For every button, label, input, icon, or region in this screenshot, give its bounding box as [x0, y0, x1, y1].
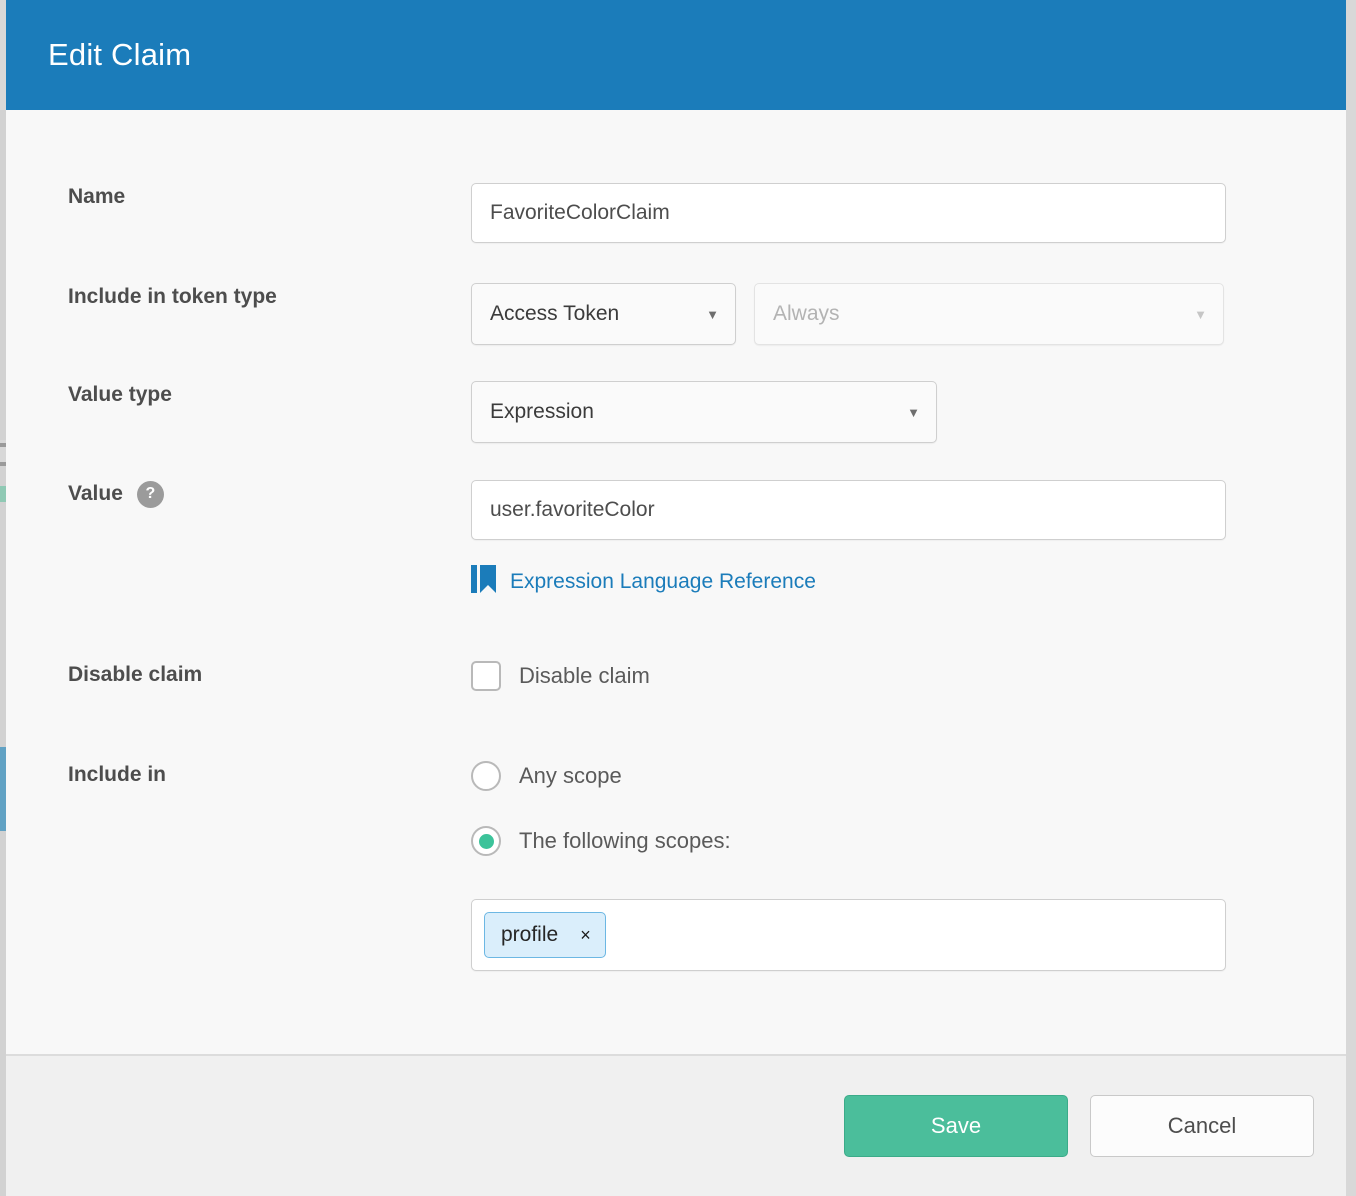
- radio-following-scopes-label[interactable]: The following scopes:: [519, 828, 731, 854]
- disable-claim-label-text: Disable claim: [68, 661, 202, 689]
- disable-claim-checkbox-label[interactable]: Disable claim: [519, 663, 650, 689]
- name-control: [471, 183, 1346, 243]
- value-type-select-value: Expression: [490, 400, 594, 424]
- form-row-value-type: Value type Expression ▼: [6, 381, 1346, 443]
- chevron-down-icon: ▼: [706, 308, 719, 321]
- save-button[interactable]: Save: [844, 1095, 1068, 1157]
- radio-line-any-scope: Any scope: [471, 761, 1346, 791]
- disable-claim-control: Disable claim: [471, 661, 1346, 691]
- dialog-body: Name Include in token type Access Token …: [6, 110, 1346, 1056]
- scopes-token-field[interactable]: profile ×: [471, 899, 1226, 971]
- value-input[interactable]: [471, 480, 1226, 540]
- value-type-label-text: Value type: [68, 381, 172, 409]
- value-type-control: Expression ▼: [471, 381, 1346, 443]
- dialog-header: Edit Claim: [6, 0, 1346, 110]
- dialog-title: Edit Claim: [48, 37, 191, 73]
- scope-chip-label: profile: [501, 923, 558, 947]
- disable-claim-checkbox[interactable]: [471, 661, 501, 691]
- value-type-select[interactable]: Expression ▼: [471, 381, 937, 443]
- form-row-disable-claim: Disable claim Disable claim: [6, 661, 1346, 691]
- chevron-down-icon: ▼: [1194, 308, 1207, 321]
- form-row-include-in: Include in Any scope The following scope…: [6, 761, 1346, 971]
- include-in-label: Include in: [6, 761, 471, 789]
- radio-following-scopes[interactable]: [471, 826, 501, 856]
- cancel-button[interactable]: Cancel: [1090, 1095, 1314, 1157]
- radio-any-scope[interactable]: [471, 761, 501, 791]
- value-control: Expression Language Reference: [471, 480, 1346, 600]
- value-label: Value ?: [6, 480, 471, 508]
- token-condition-select: Always ▼: [754, 283, 1224, 345]
- name-label: Name: [6, 183, 471, 211]
- radio-any-scope-label[interactable]: Any scope: [519, 763, 622, 789]
- token-condition-select-value: Always: [773, 302, 840, 326]
- book-icon: [471, 564, 497, 600]
- value-label-text: Value: [68, 480, 123, 508]
- form-row-name: Name: [6, 183, 1346, 243]
- radio-line-following-scopes: The following scopes:: [471, 826, 1346, 856]
- token-type-label-text: Include in token type: [68, 283, 277, 311]
- chevron-down-icon: ▼: [907, 406, 920, 419]
- disable-claim-check-line: Disable claim: [471, 661, 1346, 691]
- name-label-text: Name: [68, 183, 125, 211]
- value-type-label: Value type: [6, 381, 471, 409]
- close-icon[interactable]: ×: [580, 926, 591, 944]
- token-type-select-value: Access Token: [490, 302, 619, 326]
- form-row-token-type: Include in token type Access Token ▼ Alw…: [6, 283, 1346, 345]
- disable-claim-label: Disable claim: [6, 661, 471, 689]
- question-mark-icon[interactable]: ?: [137, 481, 164, 508]
- dialog-footer: Save Cancel: [6, 1056, 1346, 1196]
- include-in-label-text: Include in: [68, 761, 166, 789]
- name-input[interactable]: [471, 183, 1226, 243]
- edit-claim-dialog: Edit Claim Name Include in token type Ac…: [6, 0, 1346, 1196]
- include-in-control: Any scope The following scopes: profile …: [471, 761, 1346, 971]
- token-type-label: Include in token type: [6, 283, 471, 311]
- expression-language-reference-label: Expression Language Reference: [510, 570, 816, 594]
- scope-chip: profile ×: [484, 912, 606, 958]
- token-type-control: Access Token ▼ Always ▼: [471, 283, 1346, 345]
- form-row-value: Value ? Expression Language Reference: [6, 480, 1346, 600]
- token-type-select[interactable]: Access Token ▼: [471, 283, 736, 345]
- expression-language-reference-link[interactable]: Expression Language Reference: [471, 564, 816, 600]
